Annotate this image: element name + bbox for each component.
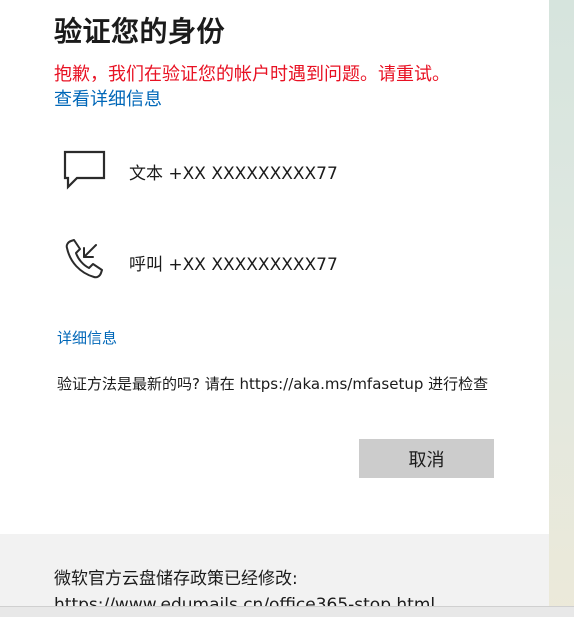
- page-title: 验证您的身份: [54, 15, 226, 48]
- text-option-label: 文本 +XX XXXXXXXXX77: [129, 164, 338, 184]
- text-verification-option[interactable]: 文本 +XX XXXXXXXXX77: [58, 144, 498, 196]
- more-info-link[interactable]: 详细信息: [57, 327, 117, 348]
- call-option-label: 呼叫 +XX XXXXXXXXX77: [129, 255, 338, 275]
- error-message: 抱歉，我们在验证您的帐户时遇到问题。请重试。: [54, 64, 450, 85]
- verify-dialog: 验证您的身份 抱歉，我们在验证您的帐户时遇到问题。请重试。 查看详细信息 文本 …: [0, 0, 549, 534]
- call-verification-option[interactable]: 呼叫 +XX XXXXXXXXX77: [58, 235, 498, 287]
- bottom-bar: [0, 606, 574, 617]
- view-details-link[interactable]: 查看详细信息: [54, 85, 162, 111]
- phone-call-icon: [58, 235, 110, 287]
- cancel-button[interactable]: 取消: [359, 439, 494, 478]
- mfa-setup-hint: 验证方法是最新的吗? 请在 https://aka.ms/mfasetup 进行…: [57, 375, 489, 393]
- message-icon: [58, 144, 110, 196]
